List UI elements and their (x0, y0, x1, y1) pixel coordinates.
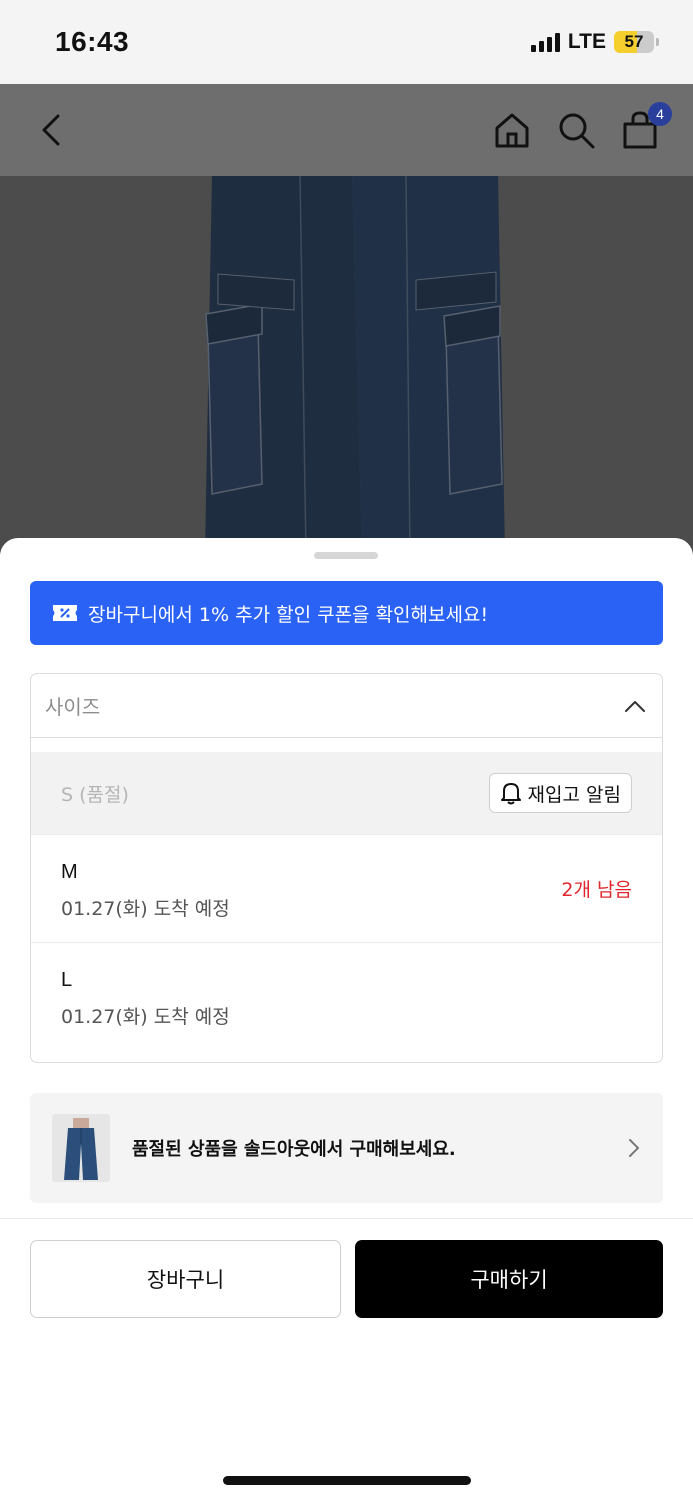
size-option-s: S (품절) 재입고 알림 (31, 752, 662, 835)
coupon-banner[interactable]: 장바구니에서 1% 추가 할인 쿠폰을 확인해보세요! (30, 581, 663, 645)
signal-icon (530, 32, 560, 52)
product-thumbnail (52, 1114, 110, 1182)
divider (0, 1218, 693, 1219)
cart-button[interactable]: 4 (618, 102, 672, 152)
restock-alert-label: 재입고 알림 (527, 783, 621, 806)
soldout-link-text: 품절된 상품을 솔드아웃에서 구매해보세요. (132, 1139, 456, 1160)
cart-count-badge: 4 (648, 102, 672, 126)
size-dropdown: 사이즈 S (품절) 재입고 알림 M 01.27(화) 도착 예정 2개 남음… (30, 673, 663, 1063)
size-option-label: S (품절) (61, 783, 129, 806)
chevron-up-icon (625, 700, 645, 712)
battery-icon: 57 (614, 31, 659, 53)
home-button[interactable] (490, 108, 534, 152)
chevron-right-icon (629, 1139, 639, 1157)
status-bar: 16:43 LTE 57 (0, 0, 693, 84)
search-icon (559, 113, 595, 149)
home-indicator (223, 1476, 471, 1485)
size-option-size: L (61, 969, 73, 991)
bell-icon (500, 783, 521, 805)
restock-alert-button[interactable]: 재입고 알림 (488, 773, 632, 813)
stock-remaining: 2개 남음 (561, 879, 632, 901)
size-option-l[interactable]: L 01.27(화) 도착 예정 (31, 943, 662, 1051)
buy-now-button[interactable]: 구매하기 (355, 1240, 663, 1318)
status-time: 16:43 (55, 26, 130, 57)
chevron-left-icon (42, 114, 60, 146)
battery-level: 57 (624, 32, 644, 51)
home-icon (495, 113, 529, 148)
soldout-link-banner[interactable]: 품절된 상품을 솔드아웃에서 구매해보세요. (30, 1093, 663, 1203)
option-bottom-sheet: 장바구니에서 1% 추가 할인 쿠폰을 확인해보세요! 사이즈 S (품절) 재… (0, 538, 693, 1500)
size-option-delivery: 01.27(화) 도착 예정 (61, 1006, 230, 1028)
coupon-icon (53, 605, 77, 621)
size-option-m[interactable]: M 01.27(화) 도착 예정 2개 남음 (31, 835, 662, 943)
sheet-handle[interactable] (314, 552, 378, 559)
coupon-banner-text: 장바구니에서 1% 추가 할인 쿠폰을 확인해보세요! (88, 603, 489, 626)
search-button[interactable] (554, 108, 598, 152)
size-dropdown-header[interactable]: 사이즈 (31, 674, 662, 738)
back-button[interactable] (28, 108, 72, 152)
size-placeholder: 사이즈 (45, 695, 101, 719)
status-indicators: LTE 57 (530, 30, 659, 54)
add-to-cart-button[interactable]: 장바구니 (30, 1240, 341, 1318)
top-nav: 4 (0, 84, 693, 176)
size-option-size: M (61, 861, 78, 883)
size-option-delivery: 01.27(화) 도착 예정 (61, 898, 230, 920)
network-label: LTE (567, 30, 606, 53)
